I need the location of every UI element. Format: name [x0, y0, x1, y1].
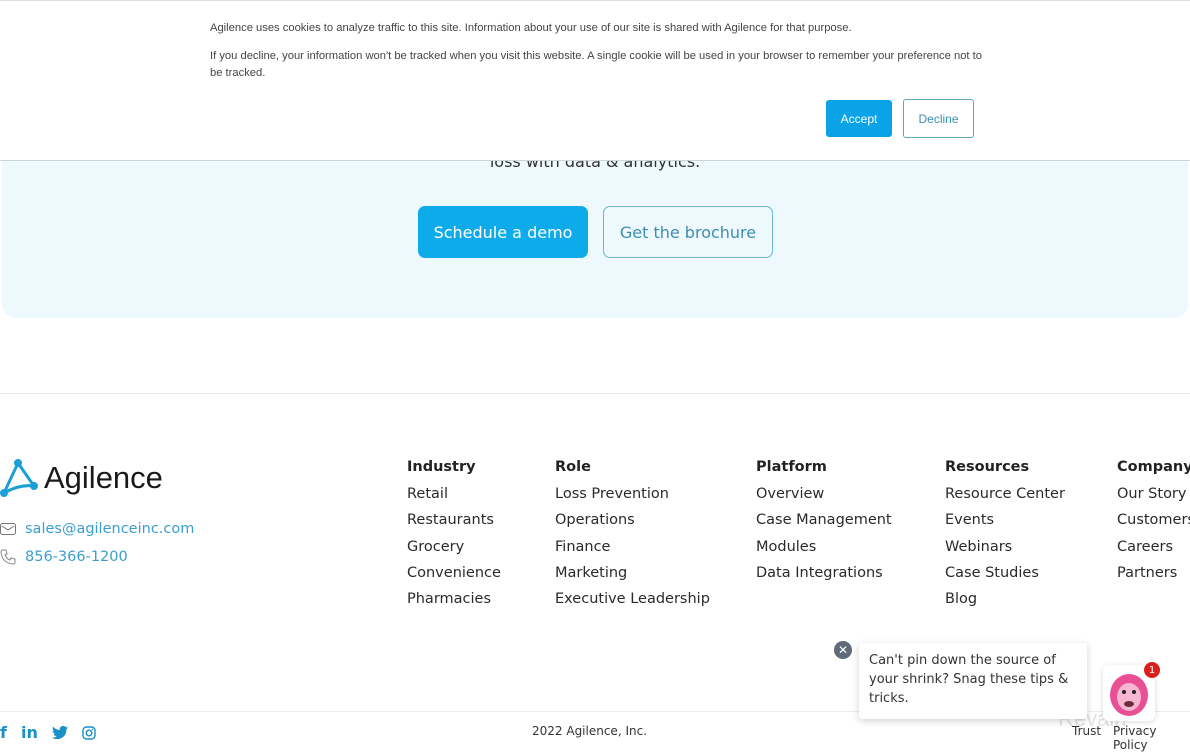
trust-link[interactable]: Trust: [1072, 724, 1101, 738]
footer-link[interactable]: Loss Prevention: [555, 486, 710, 512]
footer-link[interactable]: Customers: [1117, 512, 1190, 538]
phone-icon: [0, 549, 18, 565]
email-link[interactable]: sales@agilenceinc.com: [0, 521, 194, 537]
footer-link[interactable]: Modules: [756, 539, 892, 565]
gorilla-avatar-icon: [1110, 674, 1148, 716]
footer-link[interactable]: Case Studies: [945, 565, 1065, 591]
footer-link[interactable]: Case Management: [756, 512, 892, 538]
footer-column-resources: Resources Resource Center Events Webinar…: [945, 459, 1065, 617]
column-title: Platform: [756, 459, 827, 475]
agilence-logo[interactable]: Agilence: [0, 458, 163, 498]
footer-link[interactable]: Blog: [945, 591, 1065, 617]
email-text[interactable]: sales@agilenceinc.com: [25, 521, 194, 537]
twitter-icon[interactable]: [51, 726, 68, 739]
footer-link[interactable]: Restaurants: [407, 512, 501, 538]
cookie-banner: Agilence uses cookies to analyze traffic…: [0, 0, 1190, 161]
footer-link[interactable]: Data Integrations: [756, 565, 892, 591]
get-brochure-button[interactable]: Get the brochure: [603, 206, 773, 258]
privacy-policy-link[interactable]: Privacy Policy: [1113, 724, 1190, 752]
copyright-text: 2022 Agilence, Inc.: [532, 724, 648, 738]
instagram-icon[interactable]: [82, 725, 96, 740]
social-links: f in: [0, 723, 96, 742]
footer-link[interactable]: Convenience: [407, 565, 501, 591]
footer-link[interactable]: Overview: [756, 486, 892, 512]
phone-link[interactable]: 856-366-1200: [0, 549, 128, 565]
envelope-icon: [0, 522, 18, 536]
footer-column-industry: Industry Retail Restaurants Grocery Conv…: [407, 459, 501, 617]
footer-link[interactable]: Marketing: [555, 565, 710, 591]
footer-column-company: Company Our Story Customers Careers Part…: [1117, 459, 1190, 591]
linkedin-icon[interactable]: in: [21, 723, 38, 742]
cookie-text-1: Agilence uses cookies to analyze traffic…: [210, 22, 852, 34]
chat-close-button[interactable]: ✕: [834, 641, 852, 659]
column-title: Industry: [407, 459, 476, 475]
footer-link[interactable]: Grocery: [407, 539, 501, 565]
footer-column-role: Role Loss Prevention Operations Finance …: [555, 459, 710, 617]
accept-button[interactable]: Accept: [826, 100, 892, 137]
facebook-icon[interactable]: f: [0, 723, 7, 742]
column-title: Resources: [945, 459, 1030, 475]
footer-link[interactable]: Operations: [555, 512, 710, 538]
footer-link[interactable]: Events: [945, 512, 1065, 538]
footer-link[interactable]: Retail: [407, 486, 501, 512]
phone-text[interactable]: 856-366-1200: [25, 549, 128, 565]
column-title: Company: [1117, 459, 1190, 475]
footer-link[interactable]: Our Story: [1117, 486, 1190, 512]
footer-link[interactable]: Partners: [1117, 565, 1190, 591]
logo-mark-icon: [0, 459, 38, 497]
footer-link[interactable]: Finance: [555, 539, 710, 565]
schedule-demo-button[interactable]: Schedule a demo: [418, 206, 588, 258]
footer-link[interactable]: Careers: [1117, 539, 1190, 565]
decline-button[interactable]: Decline: [903, 99, 974, 138]
cookie-text-2: If you decline, your information won't b…: [210, 50, 982, 79]
footer-link[interactable]: Executive Leadership: [555, 591, 710, 617]
section-divider: [0, 393, 1190, 394]
logo-text: Agilence: [44, 460, 163, 495]
notification-badge: 1: [1144, 662, 1160, 678]
footer-link[interactable]: Pharmacies: [407, 591, 501, 617]
footer-link[interactable]: Webinars: [945, 539, 1065, 565]
chat-message-bubble[interactable]: Can't pin down the source of your shrink…: [859, 643, 1087, 719]
column-title: Role: [555, 459, 591, 475]
footer-link[interactable]: Resource Center: [945, 486, 1065, 512]
footer-column-platform: Platform Overview Case Management Module…: [756, 459, 892, 591]
